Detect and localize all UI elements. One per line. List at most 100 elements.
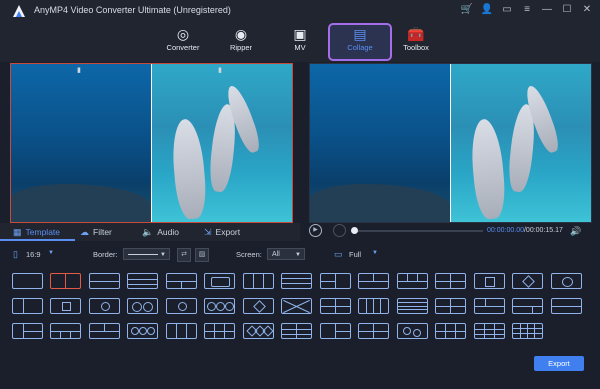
tab-export[interactable]: ⇲ Export	[204, 227, 240, 238]
chevron-down-icon[interactable]: ▼	[372, 250, 378, 256]
dolphin-image	[468, 117, 508, 221]
maximize-icon[interactable]: ☐	[560, 3, 574, 17]
tool-converter-label: Converter	[166, 43, 200, 52]
template-item[interactable]	[243, 298, 274, 314]
template-item[interactable]	[166, 298, 197, 314]
template-item[interactable]	[89, 273, 120, 289]
template-item[interactable]	[320, 323, 351, 339]
cloud-icon: ☁	[80, 227, 89, 237]
template-item[interactable]	[358, 323, 389, 339]
cart-icon[interactable]: 🛒	[460, 3, 474, 17]
template-item[interactable]	[127, 273, 158, 289]
template-item[interactable]	[50, 323, 81, 339]
mv-icon: ▣	[293, 26, 307, 42]
chevron-down-icon[interactable]: ▼	[48, 250, 54, 256]
border-label: Border:	[93, 250, 118, 259]
template-item[interactable]	[320, 273, 351, 289]
template-item[interactable]	[204, 298, 235, 314]
border-pattern-button[interactable]: ▨	[195, 248, 209, 262]
template-item[interactable]	[50, 298, 81, 314]
template-item[interactable]	[166, 323, 197, 339]
template-item[interactable]	[281, 273, 312, 289]
volume-icon[interactable]: 🔊	[570, 226, 581, 237]
collage-icon: ▤	[353, 26, 367, 42]
template-item[interactable]	[204, 323, 235, 339]
template-item[interactable]	[551, 273, 582, 289]
template-item[interactable]	[281, 323, 312, 339]
chevron-down-icon: ▼	[295, 252, 301, 258]
template-item[interactable]	[474, 323, 505, 339]
play-icon[interactable]: ▶	[309, 224, 322, 237]
template-item[interactable]	[127, 298, 158, 314]
template-options: ▯ 16:9 ▼ Border: ▼ ⇄ ▨ Screen: All ▼ ▭ F…	[0, 244, 600, 266]
time-display: 00:00:00.00/00:00:15.17	[487, 227, 563, 234]
template-item[interactable]	[435, 273, 466, 289]
template-item[interactable]	[12, 273, 43, 289]
total-time: /00:00:15.17	[523, 227, 563, 234]
screen-select[interactable]: All ▼	[267, 248, 305, 260]
active-tab-indicator	[0, 239, 75, 241]
feedback-icon[interactable]: ▭	[500, 3, 514, 17]
aspect-ratio-value[interactable]: 16:9	[26, 250, 41, 259]
template-item[interactable]	[512, 273, 543, 289]
cell-menu-icon[interactable]: ▮	[218, 66, 222, 74]
template-item[interactable]	[512, 323, 543, 339]
template-item[interactable]	[358, 298, 389, 314]
template-item[interactable]	[127, 323, 158, 339]
stop-icon[interactable]	[333, 224, 346, 237]
minimize-icon[interactable]: —	[540, 3, 554, 17]
template-item[interactable]	[474, 298, 505, 314]
split-divider[interactable]	[151, 64, 152, 222]
template-item[interactable]	[320, 298, 351, 314]
export-button[interactable]: Export	[534, 356, 584, 371]
seek-handle[interactable]	[351, 227, 358, 234]
template-item[interactable]	[397, 298, 428, 314]
template-item[interactable]	[397, 273, 428, 289]
chevron-down-icon: ▼	[160, 252, 166, 258]
tab-export-label: Export	[215, 227, 241, 237]
edit-cell-1[interactable]: ▮	[11, 64, 151, 222]
template-item[interactable]	[89, 323, 120, 339]
template-item[interactable]	[397, 323, 428, 339]
template-item[interactable]	[89, 298, 120, 314]
border-color-button[interactable]: ⇄	[177, 248, 191, 262]
template-item[interactable]	[551, 298, 582, 314]
user-icon[interactable]: 👤	[480, 3, 494, 17]
template-item[interactable]	[358, 273, 389, 289]
template-item[interactable]	[12, 323, 43, 339]
current-time: 00:00:00.00	[487, 227, 524, 234]
tool-toolbox[interactable]: 🧰 Toolbox	[386, 25, 446, 59]
border-style-select[interactable]: ▼	[123, 248, 170, 260]
menu-icon[interactable]: ≡	[520, 3, 534, 17]
tool-ripper[interactable]: ◉ Ripper	[211, 25, 271, 59]
converter-icon: ◎	[176, 26, 190, 42]
template-item[interactable]	[435, 323, 466, 339]
collage-edit-pane[interactable]: ▮ ▮	[10, 63, 293, 223]
tab-template[interactable]: ▦ Template	[13, 227, 60, 238]
tool-mv[interactable]: ▣ MV	[270, 25, 330, 59]
tab-filter[interactable]: ☁ Filter	[80, 227, 112, 238]
tool-converter[interactable]: ◎ Converter	[153, 25, 213, 59]
template-item[interactable]	[435, 298, 466, 314]
seek-bar[interactable]	[353, 230, 483, 232]
close-icon[interactable]: ✕	[580, 3, 594, 17]
template-item[interactable]	[243, 273, 274, 289]
split-divider	[450, 64, 451, 222]
template-item[interactable]	[281, 298, 312, 314]
app-title: AnyMP4 Video Converter Ultimate (Unregis…	[34, 5, 231, 15]
edit-cell-2[interactable]: ▮	[152, 64, 292, 222]
tab-audio[interactable]: 🔈 Audio	[142, 227, 179, 238]
title-bar: AnyMP4 Video Converter Ultimate (Unregis…	[0, 0, 600, 22]
template-item[interactable]	[12, 298, 43, 314]
template-item[interactable]	[512, 298, 543, 314]
template-item[interactable]	[243, 323, 274, 339]
toolbox-icon: 🧰	[407, 26, 425, 42]
template-item[interactable]	[204, 273, 235, 289]
tool-collage[interactable]: ▤ Collage	[328, 23, 392, 61]
full-label[interactable]: Full	[349, 250, 361, 259]
template-item[interactable]	[50, 273, 81, 289]
template-item[interactable]	[474, 273, 505, 289]
template-item[interactable]	[166, 273, 197, 289]
cell-menu-icon[interactable]: ▮	[77, 66, 81, 74]
preview-cell-2	[451, 64, 591, 222]
